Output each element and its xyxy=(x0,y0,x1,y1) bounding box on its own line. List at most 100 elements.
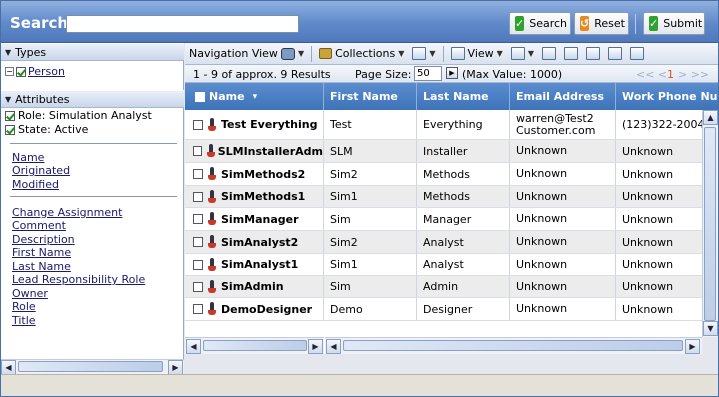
column-header-first-name[interactable]: First Name xyxy=(324,83,417,110)
select-all-checkbox[interactable] xyxy=(195,91,205,102)
table-row[interactable]: SLMInstallerAdm SLM Installer Unknown Unknow… xyxy=(185,140,702,163)
help-button[interactable] xyxy=(626,47,648,60)
table-options-menu[interactable]: ▼ xyxy=(507,47,538,60)
cell-name-text[interactable]: SimAnalyst1 xyxy=(221,258,298,271)
scroll-thumb[interactable] xyxy=(704,127,716,321)
row-select-checkbox[interactable] xyxy=(193,119,203,130)
attribute-link-role[interactable]: Role xyxy=(12,300,36,313)
attributes-section-header[interactable]: ▼ Attributes xyxy=(1,90,184,108)
pagination-bar: 1 - 9 of approx. 9 Results Page Size: ▶ … xyxy=(185,65,718,83)
page-prev-controls[interactable]: << < xyxy=(636,68,667,81)
cell-email: Unknown xyxy=(510,231,616,253)
attribute-link-title[interactable]: Title xyxy=(12,314,36,327)
grid-vertical-scrollbar[interactable]: ▲ ▼ xyxy=(702,110,718,337)
row-select-checkbox[interactable] xyxy=(193,169,203,179)
row-select-checkbox[interactable] xyxy=(193,214,203,224)
tree-collapse-icon[interactable]: − xyxy=(5,67,14,76)
cell-name-text[interactable]: Test Everything xyxy=(221,118,317,131)
navigation-view-menu[interactable]: Navigation View ▼ xyxy=(185,47,308,60)
row-select-checkbox[interactable] xyxy=(193,146,202,156)
table-row[interactable]: SimAnalyst1 Sim1 Analyst Unknown Unknown xyxy=(185,254,702,276)
attribute-link-owner[interactable]: Owner xyxy=(12,287,48,300)
column-header-email[interactable]: Email Address xyxy=(510,83,616,110)
apply-page-size-icon[interactable]: ▶ xyxy=(446,67,458,79)
scroll-right-icon[interactable]: ▶ xyxy=(308,339,323,354)
columns-button[interactable] xyxy=(538,47,560,60)
left-horizontal-scrollbar[interactable]: ◀ ▶ xyxy=(1,359,184,375)
row-select-checkbox[interactable] xyxy=(193,281,203,292)
attribute-link-modified[interactable]: Modified xyxy=(12,178,59,191)
cell-name: SimAnalyst2 xyxy=(185,231,324,253)
table-row[interactable]: Test Everything Test Everything warren@Test… xyxy=(185,110,702,140)
page-next-controls[interactable]: > >> xyxy=(678,68,709,81)
cell-email: Unknown xyxy=(510,298,616,320)
scroll-right-icon[interactable]: ▶ xyxy=(685,339,700,354)
sort-button[interactable] xyxy=(604,47,626,60)
attribute-link-change-assignment[interactable]: Change Assignment xyxy=(12,206,122,219)
search-button[interactable]: ✓ Search xyxy=(509,12,571,35)
view-menu[interactable]: View ▼ xyxy=(447,47,507,60)
cell-name-text[interactable]: SLMInstallerAdm xyxy=(218,145,323,158)
scroll-left-icon[interactable]: ◀ xyxy=(186,339,201,354)
page-size-input[interactable] xyxy=(414,66,442,81)
attribute-link-originated[interactable]: Originated xyxy=(12,164,70,177)
frozen-horizontal-scrollbar[interactable]: ◀ ▶ xyxy=(185,337,324,354)
cell-name: SimMethods2 xyxy=(185,163,324,185)
cell-first-name: Demo xyxy=(324,298,417,320)
page-actions-menu[interactable]: ▼ xyxy=(408,47,439,60)
types-section-header[interactable]: ▼ Types xyxy=(1,43,184,61)
scroll-thumb[interactable] xyxy=(343,340,683,351)
submit-button[interactable]: ✓ Submit xyxy=(643,12,705,35)
row-select-checkbox[interactable] xyxy=(193,237,203,247)
table-row[interactable]: SimAnalyst2 Sim2 Analyst Unknown Unknown xyxy=(185,231,702,254)
cell-name-text[interactable]: SimMethods1 xyxy=(221,190,305,203)
table-row[interactable]: SimManager Sim Manager Unknown Unknown xyxy=(185,208,702,231)
scroll-up-icon[interactable]: ▲ xyxy=(703,110,718,125)
scroll-left-icon[interactable]: ◀ xyxy=(1,360,16,375)
person-icon xyxy=(207,279,217,294)
cell-name-text[interactable]: SimAdmin xyxy=(221,280,284,293)
export-button[interactable] xyxy=(560,47,582,60)
column-header-last-name[interactable]: Last Name xyxy=(417,83,510,110)
attribute-link-name[interactable]: Name xyxy=(12,151,44,164)
attribute-link-comment[interactable]: Comment xyxy=(12,219,66,232)
column-header-name[interactable]: Name ▾ xyxy=(185,83,324,110)
attribute-link-first-name[interactable]: First Name xyxy=(12,246,71,259)
grid-horizontal-scrollbar[interactable]: ◀ ▶ xyxy=(325,337,702,354)
state-filter-checkbox[interactable] xyxy=(5,124,15,135)
row-select-checkbox[interactable] xyxy=(193,259,203,270)
reset-button[interactable]: ↺ Reset xyxy=(574,12,629,35)
scroll-left-icon[interactable]: ◀ xyxy=(326,339,341,354)
attribute-link-lead-responsibility-role[interactable]: Lead Responsibility Role xyxy=(12,273,145,286)
scroll-down-icon[interactable]: ▼ xyxy=(703,321,718,336)
column-header-work-phone[interactable]: Work Phone Num xyxy=(616,83,718,110)
type-person-link[interactable]: Person xyxy=(28,65,65,78)
attribute-link-last-name[interactable]: Last Name xyxy=(12,260,71,273)
table-row[interactable]: SimAdmin Sim Admin Unknown Unknown xyxy=(185,276,702,298)
header-divider xyxy=(635,14,636,34)
scroll-right-icon[interactable]: ▶ xyxy=(168,360,183,375)
cell-last-name: Designer xyxy=(417,298,510,320)
attribute-link-description[interactable]: Description xyxy=(12,233,75,246)
cell-name-text[interactable]: SimAnalyst2 xyxy=(221,236,298,249)
cell-name-text[interactable]: SimMethods2 xyxy=(221,168,305,181)
cell-last-name: Installer xyxy=(417,140,510,162)
cell-name-text[interactable]: SimManager xyxy=(221,213,299,226)
cell-name-text[interactable]: DemoDesigner xyxy=(221,303,312,316)
row-select-checkbox[interactable] xyxy=(193,304,203,314)
role-filter-checkbox[interactable] xyxy=(5,110,15,121)
row-select-checkbox[interactable] xyxy=(193,191,203,202)
table-row[interactable]: DemoDesigner Demo Designer Unknown Unknown xyxy=(185,298,702,321)
collections-menu[interactable]: Collections ▼ xyxy=(315,47,408,60)
table-row[interactable]: SimMethods2 Sim2 Methods Unknown Unknown xyxy=(185,163,702,186)
search-input[interactable] xyxy=(66,15,299,33)
scroll-thumb[interactable] xyxy=(203,340,307,351)
cell-work-phone: Unknown xyxy=(622,280,674,293)
print-button[interactable] xyxy=(582,47,604,60)
type-tree-item: − Person xyxy=(5,65,65,78)
cell-work-phone: Unknown xyxy=(622,302,674,316)
table-row[interactable]: SimMethods1 Sim1 Methods Unknown Unknown xyxy=(185,186,702,208)
person-icon xyxy=(207,117,217,132)
scroll-thumb[interactable] xyxy=(18,361,163,372)
type-person-checkbox[interactable] xyxy=(16,66,26,77)
